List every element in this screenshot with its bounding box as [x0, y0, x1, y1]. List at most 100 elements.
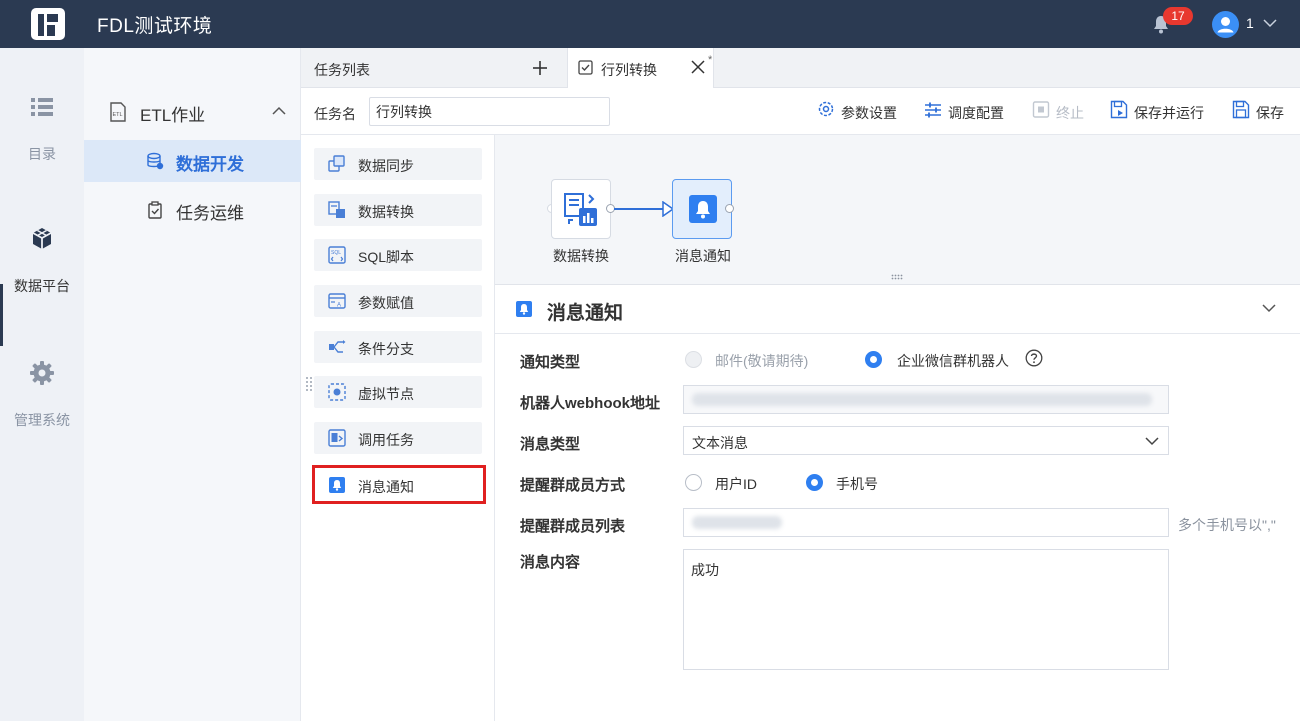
chevron-down-icon[interactable] — [1262, 16, 1278, 30]
node-output-port[interactable] — [725, 204, 734, 213]
rail-item-catalog[interactable]: 目录 — [0, 94, 84, 186]
param-assign-icon: A — [328, 293, 346, 309]
flow-canvas[interactable]: 数据转换 消息通知 — [495, 135, 1300, 285]
submenu-group-etl[interactable]: ETL ETL作业 — [84, 92, 301, 132]
fdl-logo[interactable] — [31, 8, 65, 40]
highlight-box — [312, 465, 486, 504]
palette-item-param-assign[interactable]: A 参数赋值 — [314, 285, 482, 317]
tool-label: 保存 — [1256, 105, 1284, 121]
remind-mode-option-label[interactable]: 手机号 — [836, 474, 878, 494]
redacted-value — [692, 393, 1152, 406]
notify-type-email-radio — [685, 351, 702, 368]
close-icon[interactable] — [690, 58, 706, 76]
palette-label: SQL脚本 — [358, 249, 415, 265]
save-run-icon — [1110, 100, 1128, 119]
palette-item-data-sync[interactable]: 数据同步 — [314, 148, 482, 180]
rail-item-admin[interactable]: 管理系统 — [0, 360, 84, 452]
plus-icon[interactable] — [530, 58, 550, 78]
tab-label: 行列转换 — [601, 62, 657, 78]
palette-item-condition-branch[interactable]: 条件分支 — [314, 331, 482, 363]
submenu-item-label: 任务运维 — [176, 204, 244, 223]
remind-list-label: 提醒群成员列表 — [520, 518, 626, 535]
submenu-item-data-dev[interactable]: 数据开发 — [84, 140, 301, 182]
task-name-input[interactable] — [369, 97, 610, 126]
content-value: 成功 — [691, 562, 719, 578]
property-panel-title: 消息通知 — [547, 303, 624, 324]
bell-icon — [689, 195, 717, 223]
palette-item-sql-script[interactable]: SQL SQL脚本 — [314, 239, 482, 271]
unsaved-marker: * — [708, 54, 713, 66]
tool-label: 参数设置 — [841, 105, 897, 121]
call-task-icon — [328, 429, 346, 447]
content-textarea[interactable]: 成功 — [683, 549, 1169, 670]
tool-label: 调度配置 — [948, 105, 1004, 121]
list-icon — [31, 98, 53, 116]
remind-list-input[interactable] — [683, 508, 1169, 537]
svg-text:ETL: ETL — [113, 112, 123, 118]
drag-handle[interactable] — [891, 274, 905, 280]
palette-label: 虚拟节点 — [358, 386, 414, 402]
msg-type-value: 文本消息 — [692, 435, 748, 451]
remind-mode-userid-radio[interactable] — [685, 474, 702, 491]
webhook-input[interactable] — [683, 385, 1169, 414]
palette-item-virtual-node[interactable]: 虚拟节点 — [314, 376, 482, 408]
property-panel: 消息通知 通知类型 邮件(敬请期待) 企业微信群机器人 机器人webhook地址… — [495, 286, 1300, 721]
remind-list-hint: 多个手机号以"," — [1178, 517, 1276, 533]
msg-type-select[interactable]: 文本消息 — [683, 426, 1169, 455]
notify-type-label: 通知类型 — [520, 354, 581, 371]
palette-label: 数据同步 — [358, 158, 414, 174]
sliders-icon — [925, 102, 941, 118]
task-toolbar: 任务名 参数设置 调度配置 终止 保存并运行 — [301, 88, 1300, 135]
top-bar: FDL测试环境 17 1 — [0, 0, 1300, 48]
branch-icon — [329, 340, 346, 353]
app-title: FDL测试环境 — [97, 16, 213, 37]
palette-label: 条件分支 — [358, 341, 414, 357]
palette-item-call-task[interactable]: 调用任务 — [314, 422, 482, 454]
flow-edge[interactable] — [614, 208, 664, 210]
msg-type-label: 消息类型 — [520, 436, 581, 453]
stop-icon — [1032, 101, 1050, 118]
data-transform-icon — [328, 201, 345, 218]
submenu-group-label: ETL作业 — [140, 106, 206, 125]
sql-icon: SQL — [328, 246, 346, 264]
property-panel-header[interactable]: 消息通知 — [495, 286, 1300, 334]
data-transform-icon — [564, 193, 597, 226]
tab-task-list[interactable]: 任务列表 — [301, 48, 567, 88]
avatar[interactable] — [1212, 11, 1239, 38]
rail-label: 数据平台 — [14, 278, 70, 294]
cube-icon — [32, 228, 52, 249]
submenu-item-label: 数据开发 — [176, 155, 244, 174]
remind-mode-option-label[interactable]: 用户ID — [715, 474, 757, 494]
settings-icon — [818, 101, 834, 117]
flow-node-message-notify[interactable] — [672, 179, 732, 239]
help-icon[interactable] — [1025, 349, 1043, 367]
gear-icon — [30, 361, 54, 385]
tab-label: 任务列表 — [314, 62, 370, 78]
palette-label: 参数赋值 — [358, 295, 414, 311]
task-name-label: 任务名 — [314, 106, 356, 122]
chevron-up-icon[interactable] — [271, 104, 287, 118]
chevron-down-icon[interactable] — [1261, 301, 1277, 315]
notify-type-wecom-radio[interactable] — [865, 351, 882, 368]
submenu-item-task-ops[interactable]: 任务运维 — [84, 189, 301, 231]
webhook-label: 机器人webhook地址 — [520, 395, 661, 412]
database-icon — [147, 152, 164, 170]
tab-bar: 任务列表 行列转换 * — [301, 48, 1300, 89]
remind-mode-phone-radio[interactable] — [806, 474, 823, 491]
redacted-value — [692, 516, 782, 529]
nav-rail: 目录 数据平台 管理系统 — [0, 48, 84, 721]
etl-file-icon: ETL — [110, 102, 126, 122]
palette-label: 数据转换 — [358, 204, 414, 220]
palette-label: 调用任务 — [358, 432, 414, 448]
bell-icon — [516, 301, 532, 317]
user-name[interactable]: 1 — [1246, 15, 1254, 31]
flow-node-data-transform[interactable] — [551, 179, 611, 239]
notify-type-option-label[interactable]: 企业微信群机器人 — [897, 351, 1009, 371]
node-palette: 数据同步 数据转换 SQL SQL脚本 A 参数赋值 条件分支 虚拟节点 调用任… — [301, 135, 495, 721]
resize-handle[interactable] — [305, 376, 313, 392]
tab-row-column-transform[interactable]: 行列转换 * — [567, 48, 714, 89]
palette-item-data-transform[interactable]: 数据转换 — [314, 194, 482, 226]
checkbox-doc-icon — [578, 60, 593, 75]
rail-item-data-platform[interactable]: 数据平台 — [0, 226, 84, 318]
content-label: 消息内容 — [520, 554, 581, 571]
